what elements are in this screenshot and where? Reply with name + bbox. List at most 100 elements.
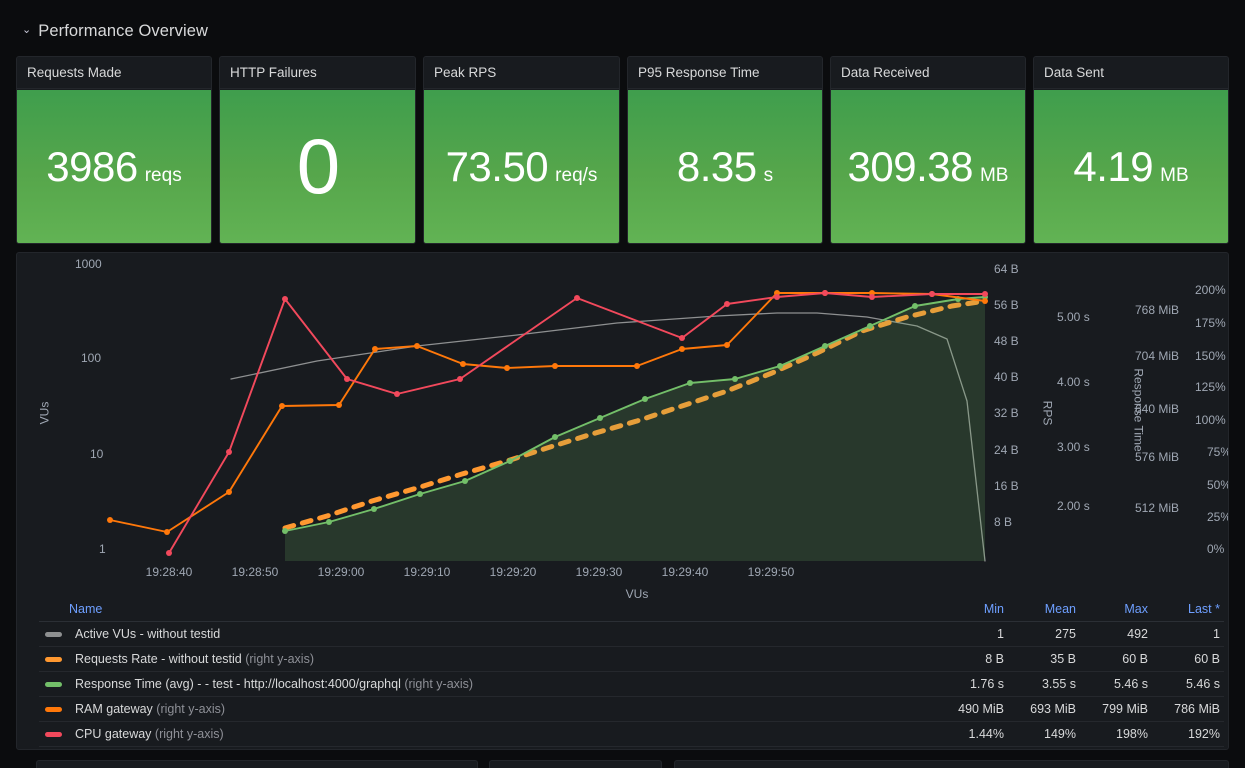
legend-series-name[interactable]: RAM gateway (right y-axis)	[75, 702, 936, 716]
y-axis-tick-label: 512 MiB	[1135, 501, 1180, 515]
legend-row[interactable]: Requests Rate - without testid (right y-…	[39, 647, 1224, 672]
legend-row[interactable]: RAM gateway (right y-axis) 490 MiB 693 MiB…	[39, 697, 1224, 722]
legend-value-min: 1.76 s	[969, 677, 1004, 691]
legend-series-name[interactable]: Active VUs - without testid	[75, 627, 936, 641]
stat-panel[interactable]: Data Received 309.38 MB	[830, 56, 1026, 244]
stat-panel[interactable]: HTTP Failures 0	[219, 56, 416, 244]
y-axis-tick-label: 175%	[1195, 316, 1226, 330]
legend-column-header-max[interactable]: Max	[1080, 602, 1152, 616]
stat-panel-title: Data Received	[831, 57, 1025, 89]
legend-column-header-min[interactable]: Min	[936, 602, 1008, 616]
legend-color-swatch[interactable]	[39, 631, 75, 637]
panel-partial[interactable]	[489, 760, 662, 768]
series-point-marker	[869, 294, 875, 300]
x-axis-tick-label: 19:29:40	[661, 565, 709, 579]
y-axis-tick-label: 150%	[1195, 349, 1226, 363]
y-axis-tick-label: 768 MiB	[1135, 303, 1180, 317]
stat-unit: MB	[979, 164, 1009, 186]
y-axis-tick-label: 2.00 s	[1057, 499, 1090, 513]
series-point-marker	[504, 365, 510, 371]
series-point-marker	[552, 363, 558, 369]
stat-value: 4.19 MB	[1073, 143, 1188, 191]
series-point-marker	[462, 478, 468, 484]
panel-partial[interactable]	[36, 760, 478, 768]
stat-panel[interactable]: Peak RPS 73.50 req/s	[423, 56, 620, 244]
axis-title: VUs	[37, 401, 52, 425]
y-axis-tick-label: 50%	[1207, 478, 1229, 492]
chevron-down-icon[interactable]: ⌄	[22, 24, 31, 36]
legend-series-name[interactable]: Requests Rate - without testid (right y-…	[75, 652, 936, 666]
series-point-marker	[642, 396, 648, 402]
legend-header-row: Name Min Mean Max Last *	[39, 597, 1224, 622]
y-axis-tick-label: 1	[99, 542, 106, 556]
y-axis-tick-label: 100%	[1195, 413, 1226, 427]
legend-axis-hint: (right y-axis)	[156, 702, 226, 716]
legend-row[interactable]: Active VUs - without testid 1 275 492 1	[39, 622, 1224, 647]
stat-panel-body: 73.50 req/s	[424, 90, 619, 243]
legend-series-name[interactable]: CPU gateway (right y-axis)	[75, 727, 936, 741]
series-point-marker	[982, 298, 988, 304]
stat-panel-body: 4.19 MB	[1034, 90, 1228, 243]
y-axis-tick-label: 1000	[75, 257, 102, 271]
legend-value-last: 5.46 s	[1185, 677, 1220, 691]
axis-title: Response Time	[1131, 368, 1146, 452]
legend-row[interactable]: CPU gateway (right y-axis) 1.44% 149% 198% 1…	[39, 722, 1224, 747]
legend-column-header-name[interactable]: Name	[39, 602, 936, 616]
series-point-marker	[326, 519, 332, 525]
legend-table[interactable]: Name Min Mean Max Last * Active VUs - without…	[39, 597, 1224, 747]
stat-panel-body: 3986 reqs	[17, 90, 211, 243]
stat-panel[interactable]: Data Sent 4.19 MB	[1033, 56, 1229, 244]
series-point-marker	[552, 434, 558, 440]
stat-panel[interactable]: P95 Response Time 8.35 s	[627, 56, 823, 244]
y-axis-tick-label: 75%	[1207, 445, 1229, 459]
series-point-marker	[164, 529, 170, 535]
legend-color-swatch[interactable]	[39, 656, 75, 662]
y-axis-tick-label: 200%	[1195, 283, 1226, 297]
stat-value: 8.35 s	[677, 143, 773, 191]
legend-value-max: 198%	[1116, 727, 1148, 741]
timeseries-panel[interactable]: 1000 100 10 1 64 B 56 B 48 B 40 B 32 B 24 B 16 B 8 …	[16, 252, 1229, 750]
axis-title: RPS	[1040, 400, 1055, 426]
y-axis-tick-label: 3.00 s	[1057, 440, 1090, 454]
legend-color-swatch[interactable]	[39, 731, 75, 737]
row-header-performance-overview[interactable]: ⌄ Performance Overview	[22, 19, 208, 43]
stat-value: 3986 reqs	[46, 143, 181, 191]
legend-column-header-last[interactable]: Last *	[1152, 602, 1224, 616]
legend-value-max: 5.46 s	[1113, 677, 1148, 691]
y-axis-tick-label: 704 MiB	[1135, 349, 1180, 363]
y-axis-tick-label: 16 B	[994, 479, 1019, 493]
series-point-marker	[344, 376, 350, 382]
series-point-marker	[166, 550, 172, 556]
series-point-marker	[507, 458, 513, 464]
stat-unit: reqs	[144, 164, 182, 186]
series-point-marker	[822, 290, 828, 296]
series-point-marker	[574, 295, 580, 301]
legend-axis-hint: (right y-axis)	[404, 677, 474, 691]
legend-color-swatch[interactable]	[39, 681, 75, 687]
legend-value-last: 60 B	[1194, 652, 1220, 666]
stat-panel-title: Peak RPS	[424, 57, 619, 89]
legend-axis-hint: (right y-axis)	[154, 727, 224, 741]
y-axis-tick-label: 576 MiB	[1135, 450, 1180, 464]
legend-row[interactable]: Response Time (avg) - - test - http://lo…	[39, 672, 1224, 697]
stat-unit: s	[763, 164, 774, 186]
legend-series-name[interactable]: Response Time (avg) - - test - http://lo…	[75, 677, 936, 691]
y-axis-tick-label: 100	[81, 351, 102, 365]
plot-area[interactable]: 1000 100 10 1 64 B 56 B 48 B 40 B 32 B 24 B 16 B 8 …	[17, 253, 1229, 603]
legend-color-swatch[interactable]	[39, 706, 75, 712]
panel-partial[interactable]	[674, 760, 1229, 768]
legend-column-header-mean[interactable]: Mean	[1008, 602, 1080, 616]
x-axis-tick-label: 19:29:50	[747, 565, 795, 579]
grafana-dashboard: ⌄ Performance Overview Requests Made 3986…	[0, 0, 1245, 768]
series-point-marker	[279, 403, 285, 409]
series-point-marker	[774, 294, 780, 300]
legend-value-mean: 275	[1055, 627, 1076, 641]
stat-value: 0	[297, 121, 340, 212]
stat-number: 4.19	[1073, 142, 1154, 190]
y-axis-tick-label: 25%	[1207, 510, 1229, 524]
stat-panel[interactable]: Requests Made 3986 reqs	[16, 56, 212, 244]
stat-unit: MB	[1160, 164, 1189, 186]
y-axis-tick-label: 32 B	[994, 406, 1019, 420]
y-axis-tick-label: 5.00 s	[1057, 310, 1090, 324]
series-point-marker	[107, 517, 113, 523]
